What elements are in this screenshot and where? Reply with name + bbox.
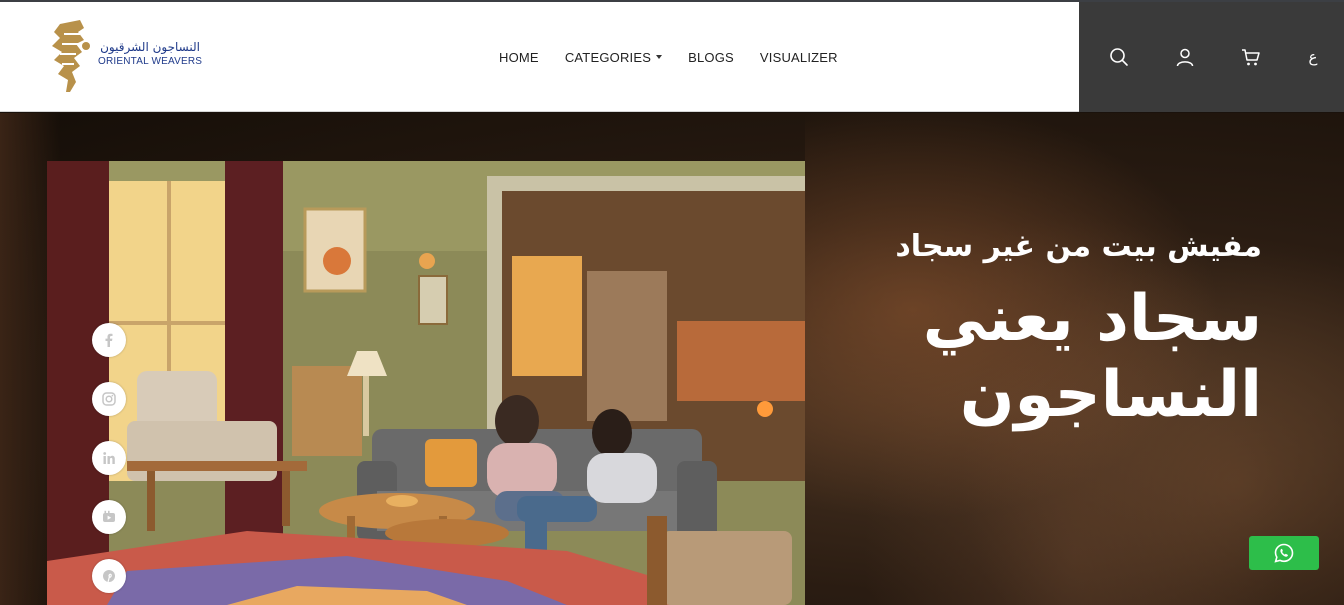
brand-logo[interactable]: النساجون الشرقيون ORIENTAL WEAVERS [50,18,210,94]
cart-button[interactable] [1239,45,1263,69]
search-icon [1110,48,1128,66]
nav-home[interactable]: HOME [486,50,552,65]
whatsapp-icon [1274,543,1294,563]
site-header: النساجون الشرقيون ORIENTAL WEAVERS HOME … [0,2,1344,112]
language-toggle[interactable]: ع [1301,45,1325,69]
hero-tagline: مفيش بيت من غير سجاد [895,229,1262,264]
facebook-link[interactable] [92,323,126,357]
cart-icon [1242,49,1260,66]
instagram-icon [102,392,116,406]
instagram-link[interactable] [92,382,126,416]
hero-text-block: مفيش بيت من غير سجاد سجاد يعني النساجون [860,225,1262,433]
hero-banner: مفيش بيت من غير سجاد سجاد يعني النساجون [0,113,1344,605]
hero-headline-line1: سجاد يعني [922,282,1262,356]
linkedin-icon [103,452,115,464]
pinterest-icon [103,570,115,583]
hero-headline-line2: النساجون [959,358,1262,432]
pinterest-link[interactable] [92,559,126,593]
whatsapp-button[interactable] [1249,536,1319,570]
user-icon [1176,48,1194,67]
utility-bar: ع [1079,2,1344,112]
logo-english-text: ORIENTAL WEAVERS [98,56,203,67]
youtube-icon [103,510,115,522]
nav-visualizer[interactable]: VISUALIZER [747,50,851,65]
hero-living-room-image [47,161,805,605]
nav-home-label: HOME [499,49,539,65]
nav-categories-label: CATEGORIES [564,49,652,65]
nav-categories[interactable]: CATEGORIES [552,50,675,65]
living-room-illustration [47,161,805,605]
account-button[interactable] [1173,45,1197,69]
caret-down-icon [656,55,663,59]
pharaoh-logo-icon [52,20,90,92]
nav-blogs[interactable]: BLOGS [675,50,747,65]
main-nav: HOME CATEGORIES BLOGS VISUALIZER [486,2,851,112]
logo-arabic-text: النساجون الشرقيون [100,40,200,54]
youtube-link[interactable] [92,500,126,534]
nav-visualizer-label: VISUALIZER [759,49,838,65]
nav-blogs-label: BLOGS [688,49,734,65]
facebook-icon [105,333,113,347]
linkedin-link[interactable] [92,441,126,475]
search-button[interactable] [1107,45,1131,69]
